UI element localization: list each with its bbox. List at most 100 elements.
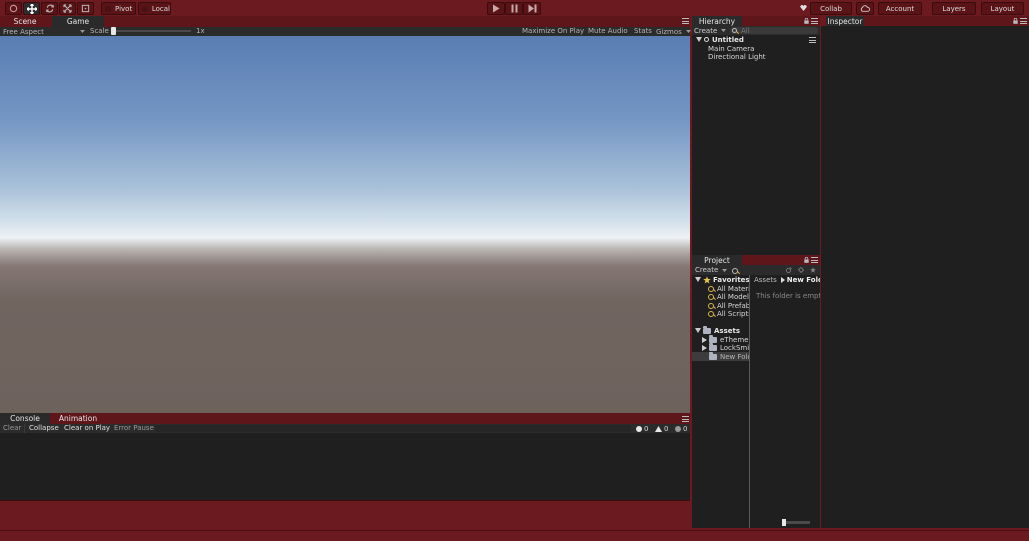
local-label: Local: [151, 4, 170, 13]
mute-audio-toggle[interactable]: Mute Audio: [588, 27, 628, 36]
unity-scene-icon: [704, 37, 709, 42]
stats-toggle[interactable]: Stats: [634, 27, 652, 36]
collapse-toggle[interactable]: Collapse: [29, 424, 59, 433]
warning-filter-toggle[interactable]: 0: [655, 424, 668, 433]
create-label: Create: [695, 266, 719, 274]
local-toggle-button[interactable]: Local: [138, 2, 171, 15]
lock-icon[interactable]: [804, 257, 809, 263]
scale-tool-button[interactable]: [59, 2, 76, 15]
step-button[interactable]: [523, 2, 541, 15]
tab-console[interactable]: Console: [0, 413, 50, 424]
expand-arrow-icon[interactable]: [695, 277, 701, 282]
clear-button[interactable]: Clear: [3, 424, 21, 433]
panel-menu-icon[interactable]: [682, 18, 689, 24]
project-toolbar: Create: [692, 265, 820, 275]
chevron-down-icon: [722, 268, 728, 272]
layout-dropdown[interactable]: Layout: [981, 2, 1024, 15]
tab-animation[interactable]: Animation: [52, 413, 104, 424]
favorite-search-item[interactable]: All Models: [692, 292, 749, 301]
lock-icon[interactable]: [804, 18, 809, 24]
favorites-row[interactable]: Favorites: [692, 275, 749, 284]
favorite-label: All Scripts: [717, 309, 749, 318]
tab-project[interactable]: Project: [692, 255, 742, 265]
hierarchy-panel: Create All Untitled Main Camera Directio…: [692, 26, 820, 255]
panel-menu-icon[interactable]: [682, 416, 689, 422]
account-label: Account: [885, 4, 915, 13]
rotate-tool-button[interactable]: [41, 2, 58, 15]
breadcrumb-arrow-icon: [780, 276, 785, 283]
scene-menu-icon[interactable]: [809, 37, 816, 43]
scale-label: Scale: [90, 27, 109, 35]
aspect-dropdown[interactable]: Free Aspect: [3, 27, 85, 36]
console-log-area[interactable]: [0, 433, 690, 500]
clear-on-play-toggle[interactable]: Clear on Play: [64, 424, 110, 433]
icon-size-slider-handle[interactable]: [782, 519, 786, 526]
project-content-pane: Assets New Folder This folder is empty: [750, 275, 820, 528]
favorite-star-icon[interactable]: [810, 267, 816, 273]
collapsed-arrow-icon[interactable]: [702, 336, 707, 343]
chevron-down-icon: [685, 30, 691, 33]
empty-message: This folder is empty: [756, 291, 820, 300]
maximize-on-play-toggle[interactable]: Maximize On Play: [522, 27, 584, 36]
aspect-label: Free Aspect: [3, 27, 44, 36]
hand-tool-button[interactable]: [5, 2, 22, 15]
error-filter-toggle[interactable]: 0: [675, 424, 687, 433]
collab-button[interactable]: Collab: [810, 2, 852, 15]
scale-slider[interactable]: [111, 27, 191, 35]
search-icon: [708, 285, 714, 292]
filter-by-label-icon[interactable]: [798, 267, 804, 273]
asset-folder-item[interactable]: LockSmith: [692, 343, 749, 352]
chevron-down-icon: [721, 29, 727, 32]
layout-label: Layout: [990, 4, 1015, 13]
lock-icon[interactable]: [1013, 18, 1018, 24]
pause-button[interactable]: [505, 2, 523, 15]
project-create-dropdown[interactable]: Create: [695, 265, 728, 275]
pivot-icon: [105, 5, 111, 12]
panel-menu-icon[interactable]: [811, 18, 818, 24]
console-search-field[interactable]: [155, 425, 631, 432]
info-filter-toggle[interactable]: 0: [636, 424, 648, 433]
info-count: 0: [644, 424, 649, 433]
move-tool-button[interactable]: [23, 2, 40, 15]
search-icon: [708, 293, 714, 300]
layers-dropdown[interactable]: Layers: [932, 2, 976, 15]
project-folder-tree: Favorites All Materi All Models All Pref…: [692, 275, 749, 528]
breadcrumb-root[interactable]: Assets: [754, 276, 777, 284]
assets-root-row[interactable]: Assets: [692, 326, 749, 335]
panel-menu-icon[interactable]: [811, 257, 818, 263]
account-dropdown[interactable]: Account: [878, 2, 922, 15]
icon-size-slider[interactable]: [782, 519, 810, 526]
cloud-button[interactable]: [856, 2, 874, 15]
scale-slider-handle[interactable]: [111, 27, 116, 35]
scale-icon: [63, 4, 72, 13]
favorite-search-item[interactable]: All Scripts: [692, 309, 749, 318]
rect-tool-button[interactable]: [77, 2, 94, 15]
tab-scene[interactable]: Scene: [0, 16, 50, 27]
tab-inspector[interactable]: Inspector: [826, 16, 864, 26]
collab-dropdown-icon[interactable]: [800, 5, 807, 11]
panel-menu-icon[interactable]: [1020, 18, 1027, 24]
console-toolbar: Clear Collapse Clear on Play Error Pause…: [0, 424, 690, 433]
hierarchy-create-dropdown[interactable]: Create: [694, 26, 727, 35]
expand-arrow-icon[interactable]: [696, 37, 702, 42]
warning-count: 0: [664, 424, 669, 433]
search-icon: [708, 302, 714, 309]
play-button[interactable]: [487, 2, 505, 15]
tab-hierarchy[interactable]: Hierarchy: [692, 16, 742, 26]
pivot-toggle-button[interactable]: Pivot: [101, 2, 136, 15]
chevron-down-icon: [80, 30, 85, 33]
filter-by-type-icon[interactable]: [786, 267, 792, 273]
breadcrumb-current[interactable]: New Folder: [787, 276, 820, 284]
error-pause-toggle[interactable]: Error Pause: [114, 424, 154, 433]
hierarchy-item[interactable]: Directional Light: [692, 52, 820, 61]
console-detail-area[interactable]: [0, 500, 690, 528]
tab-game[interactable]: Game: [52, 16, 104, 27]
collapsed-arrow-icon[interactable]: [702, 344, 707, 351]
hierarchy-search-field[interactable]: All: [730, 27, 818, 35]
gizmos-dropdown[interactable]: Gizmos: [656, 27, 691, 36]
expand-arrow-icon[interactable]: [695, 328, 701, 333]
game-viewport[interactable]: [0, 36, 690, 413]
asset-folder-item-selected[interactable]: New Folde: [692, 352, 749, 361]
project-search-field[interactable]: [732, 267, 776, 274]
scene-row[interactable]: Untitled: [692, 35, 820, 44]
